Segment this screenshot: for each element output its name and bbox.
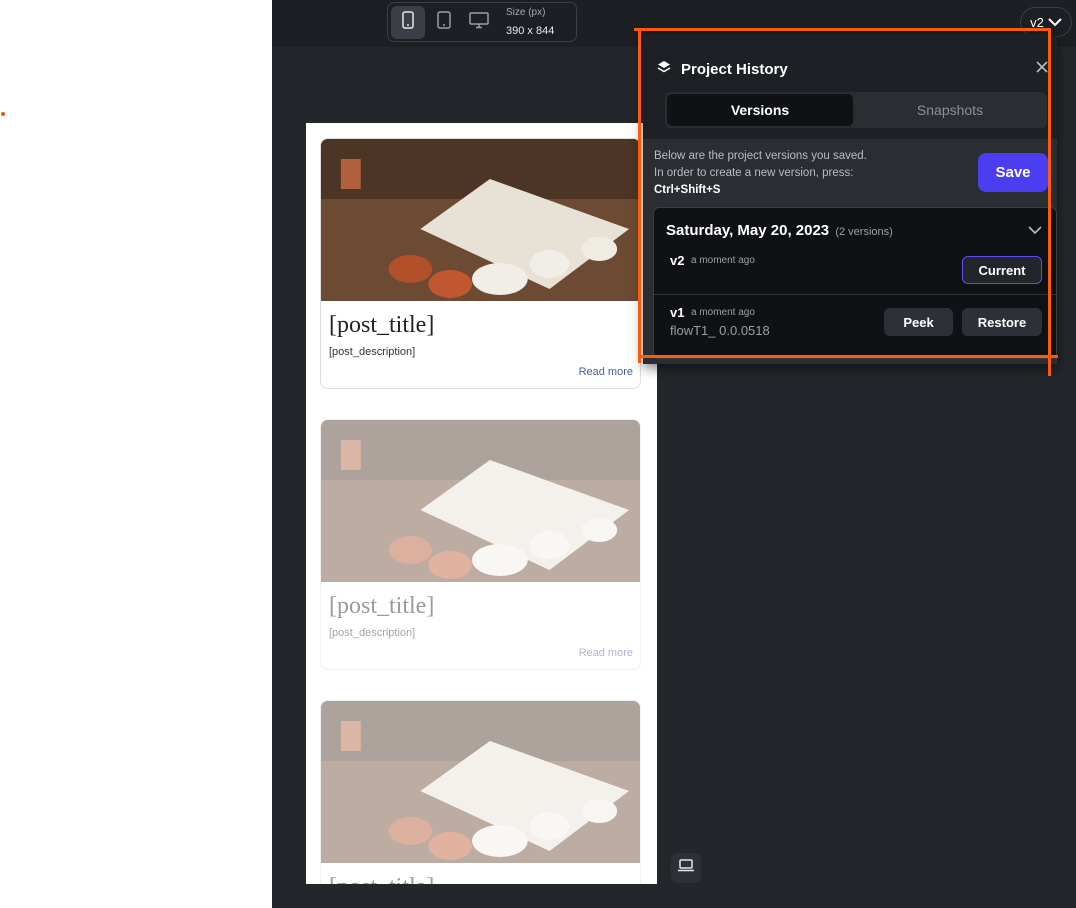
panel-header: Project History	[657, 60, 788, 79]
row-divider	[654, 294, 1056, 295]
restore-button[interactable]: Restore	[962, 308, 1042, 336]
post-description: [post_description]	[329, 627, 416, 639]
left-blank-area	[0, 0, 272, 908]
group-header[interactable]: Saturday, May 20, 2023 (2 versions)	[666, 222, 893, 239]
version-group: Saturday, May 20, 2023 (2 versions) v2 a…	[653, 207, 1057, 359]
info-text: Below are the project versions you saved…	[654, 148, 867, 199]
device-switcher: Size (px) 390 x 844	[387, 2, 577, 42]
post-image	[321, 420, 640, 582]
laptop-icon	[678, 859, 694, 877]
post-title: [post_title]	[329, 312, 435, 338]
layers-icon	[657, 60, 671, 79]
info-line: In order to create a new version, press:	[654, 167, 854, 179]
post-card[interactable]: [post_title] [post_description] Read mor…	[320, 419, 641, 670]
tab-snapshots[interactable]: Snapshots	[857, 94, 1043, 126]
orange-dot-marker	[1, 112, 5, 116]
highlight-border	[1048, 28, 1051, 376]
panel-title: Project History	[681, 61, 788, 78]
save-button[interactable]: Save	[978, 153, 1048, 192]
versions-content: Below are the project versions you saved…	[643, 139, 1057, 364]
post-description: [post_description]	[329, 346, 416, 358]
peek-button[interactable]: Peek	[884, 308, 953, 336]
close-icon	[1036, 60, 1048, 78]
version-name: v2	[670, 253, 685, 268]
current-version-button[interactable]: Current	[962, 256, 1042, 284]
tablet-icon	[437, 11, 451, 34]
size-value: 390 x 844	[506, 25, 555, 37]
info-line: Below are the project versions you saved…	[654, 150, 867, 162]
read-more-link[interactable]: Read more	[579, 647, 633, 659]
size-label: Size (px)	[506, 7, 546, 18]
mobile-icon	[402, 11, 414, 34]
group-count: (2 versions)	[835, 226, 893, 238]
collapse-button[interactable]	[1028, 222, 1042, 240]
group-date: Saturday, May 20, 2023	[666, 222, 830, 239]
read-more-link[interactable]: Read more	[579, 366, 633, 378]
project-history-panel: Project History Versions Snapshots Below…	[643, 34, 1057, 364]
highlight-border	[634, 28, 1051, 31]
post-card[interactable]: [post_title]	[320, 700, 641, 884]
history-tabs: Versions Snapshots	[665, 92, 1047, 128]
desktop-icon	[469, 11, 489, 34]
mobile-view-button[interactable]	[391, 6, 425, 39]
post-card[interactable]: [post_title] [post_description] Read mor…	[320, 138, 641, 389]
desktop-view-button[interactable]	[462, 6, 496, 39]
post-title: [post_title]	[329, 874, 640, 884]
highlight-border	[638, 355, 1058, 358]
tab-versions[interactable]: Versions	[667, 94, 853, 126]
tablet-view-button[interactable]	[427, 6, 461, 39]
highlight-border	[638, 28, 641, 363]
version-time: a moment ago	[691, 255, 755, 266]
device-frame-toggle[interactable]	[671, 853, 701, 883]
version-time: a moment ago	[691, 307, 755, 318]
version-file-name: flowT1_ 0.0.0518	[670, 323, 770, 338]
version-name: v1	[670, 305, 685, 320]
post-title: [post_title]	[329, 593, 435, 619]
chevron-down-icon	[1028, 222, 1042, 239]
mobile-preview: [post_title] [post_description] Read mor…	[306, 123, 657, 884]
post-image	[321, 701, 640, 863]
post-image	[321, 139, 640, 301]
keyboard-shortcut: Ctrl+Shift+S	[654, 184, 721, 196]
version-selector[interactable]: v2	[1020, 7, 1072, 37]
